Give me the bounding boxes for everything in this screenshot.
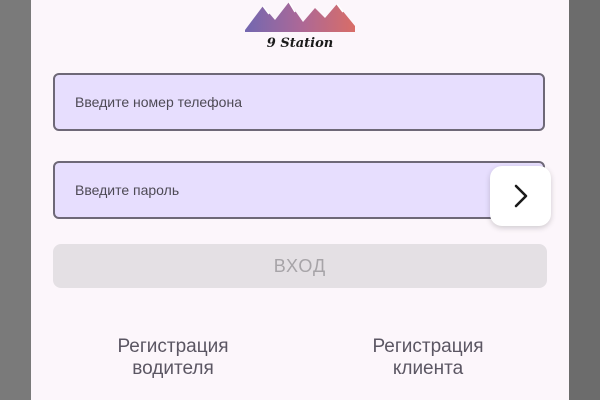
register-driver-line1: Регистрация [117,336,229,357]
logo-text: 9 Station [267,36,333,50]
register-client-line2: клиента [392,358,464,379]
password-input[interactable]: Введите пароль [53,161,545,219]
register-client-line1: Регистрация [372,336,484,357]
register-client-link[interactable]: Регистрация клиента [343,336,513,380]
side-bezel [569,0,600,400]
phone-placeholder: Введите номер телефона [75,94,242,110]
next-button[interactable] [490,166,551,226]
app-logo: 9 Station [245,0,355,50]
register-driver-line2: водителя [132,358,214,379]
chevron-right-icon [514,184,527,208]
login-button[interactable]: ВХОД [53,244,547,288]
password-placeholder: Введите пароль [75,182,180,198]
register-driver-link[interactable]: Регистрация водителя [88,336,258,380]
mountains-icon: 9 Station [245,1,355,50]
login-button-label: ВХОД [273,255,327,276]
phone-input[interactable]: Введите номер телефона [53,73,545,131]
